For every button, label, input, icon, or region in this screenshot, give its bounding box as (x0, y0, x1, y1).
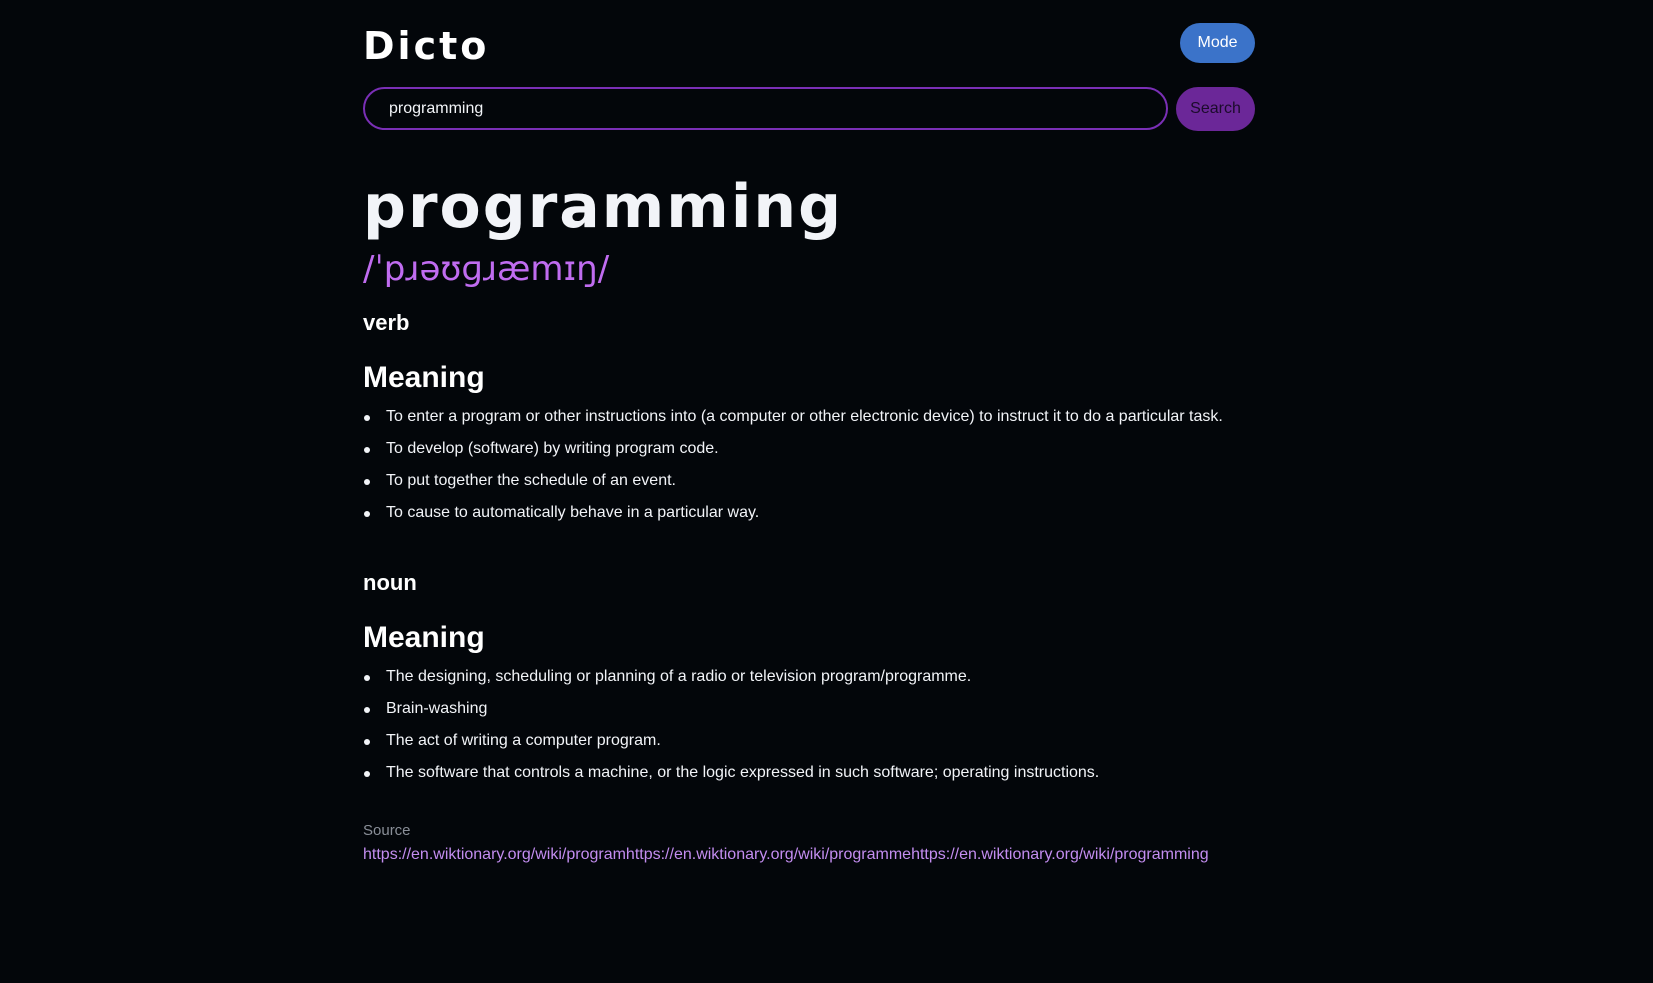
definition-item: To cause to automatically behave in a pa… (363, 503, 1255, 523)
definition-list: The designing, scheduling or planning of… (363, 667, 1255, 783)
word-title: programming (363, 172, 844, 242)
definition-item: To develop (software) by writing program… (363, 439, 1255, 459)
part-of-speech-label: noun (363, 570, 417, 595)
part-of-speech-label: verb (363, 310, 410, 335)
source-label: Source (363, 822, 411, 839)
meaning-heading: Meaning (363, 621, 485, 654)
definition-item: The act of writing a computer program. (363, 731, 1255, 751)
definition-item: To put together the schedule of an event… (363, 471, 1255, 491)
search-input[interactable] (363, 87, 1168, 130)
search-bar: Search (363, 87, 1255, 131)
header: Dicto Mode (363, 0, 1255, 86)
mode-toggle-button[interactable]: Mode (1180, 23, 1255, 63)
definition-item: The designing, scheduling or planning of… (363, 667, 1255, 687)
search-button[interactable]: Search (1176, 87, 1255, 131)
source-link-programme[interactable]: https://en.wiktionary.org/wiki/programme (626, 846, 911, 863)
meaning-section-verb: verb Meaning To enter a program or other… (363, 309, 1255, 523)
app-logo: Dicto (363, 24, 490, 68)
definition-item: Brain-washing (363, 699, 1255, 719)
meaning-section-noun: noun Meaning The designing, scheduling o… (363, 569, 1255, 783)
source-link-programming[interactable]: https://en.wiktionary.org/wiki/programmi… (911, 846, 1209, 863)
definition-item: The software that controls a machine, or… (363, 763, 1255, 783)
meaning-heading: Meaning (363, 361, 485, 394)
phonetic-text: /ˈpɹəʊɡɹæmɪŋ/ (363, 249, 610, 289)
source-link-program[interactable]: https://en.wiktionary.org/wiki/program (363, 846, 626, 863)
source-links[interactable]: https://en.wiktionary.org/wiki/programht… (363, 845, 1255, 865)
dictionary-page: Dicto Mode Search programming /ˈpɹəʊɡɹæm… (363, 0, 1255, 865)
section-divider (363, 535, 1255, 569)
definition-list: To enter a program or other instructions… (363, 407, 1255, 523)
definition-item: To enter a program or other instructions… (363, 407, 1255, 427)
